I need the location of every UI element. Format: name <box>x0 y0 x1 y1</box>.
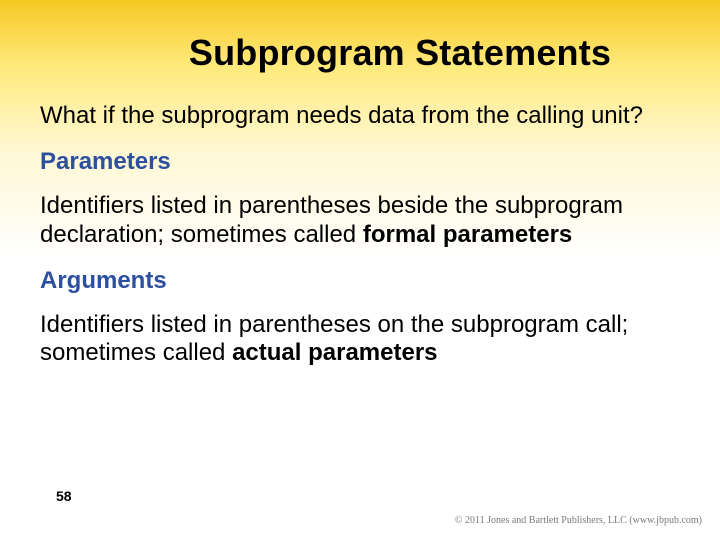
def2-bold: actual parameters <box>232 339 437 366</box>
def1-bold: formal parameters <box>363 221 572 248</box>
definition-arguments: Identifiers listed in parentheses on the… <box>40 311 680 368</box>
copyright-text: © 2011 Jones and Bartlett Publishers, LL… <box>455 515 702 526</box>
slide-title: Subprogram Statements <box>120 32 680 74</box>
definition-parameters: Identifiers listed in parentheses beside… <box>40 192 680 249</box>
term-arguments: Arguments <box>40 267 680 295</box>
page-number: 58 <box>56 488 72 504</box>
intro-text: What if the subprogram needs data from t… <box>40 102 680 130</box>
slide-container: Subprogram Statements What if the subpro… <box>0 0 720 540</box>
term-parameters: Parameters <box>40 148 680 176</box>
